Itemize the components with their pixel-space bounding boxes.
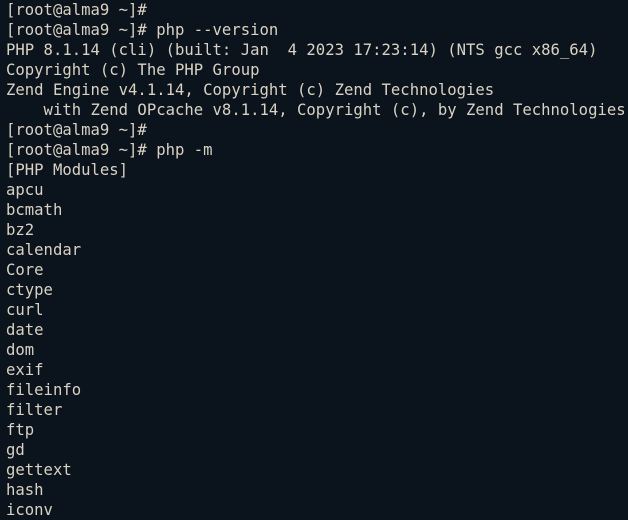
terminal-line: ftp	[6, 421, 35, 439]
terminal-line: Copyright (c) The PHP Group	[6, 61, 260, 79]
terminal-line: [root@alma9 ~]# php -m	[6, 141, 213, 159]
terminal-line: curl	[6, 301, 44, 319]
terminal-line: with Zend OPcache v8.1.14, Copyright (c)…	[6, 101, 626, 119]
terminal-line: exif	[6, 361, 44, 379]
terminal-line: gd	[6, 441, 25, 459]
terminal-line: PHP 8.1.14 (cli) (built: Jan 4 2023 17:2…	[6, 41, 598, 59]
terminal-screen[interactable]: [root@alma9 ~]# [root@alma9 ~]# php --ve…	[0, 0, 628, 520]
terminal-line: [PHP Modules]	[6, 161, 129, 179]
terminal-line: Core	[6, 261, 44, 279]
terminal-line: gettext	[6, 461, 72, 479]
terminal-line: calendar	[6, 241, 82, 259]
terminal-line: apcu	[6, 181, 44, 199]
terminal-line: date	[6, 321, 44, 339]
terminal-line: bz2	[6, 221, 35, 239]
terminal-line: [root@alma9 ~]#	[6, 1, 147, 19]
terminal-line: bcmath	[6, 201, 63, 219]
terminal-line: hash	[6, 481, 44, 499]
terminal-line: Zend Engine v4.1.14, Copyright (c) Zend …	[6, 81, 495, 99]
terminal-line: ctype	[6, 281, 53, 299]
terminal-line: fileinfo	[6, 381, 82, 399]
terminal-line: [root@alma9 ~]# php --version	[6, 21, 279, 39]
terminal-line: filter	[6, 401, 63, 419]
terminal-line: iconv	[6, 501, 53, 519]
terminal-line: [root@alma9 ~]#	[6, 121, 147, 139]
terminal-line: dom	[6, 341, 35, 359]
